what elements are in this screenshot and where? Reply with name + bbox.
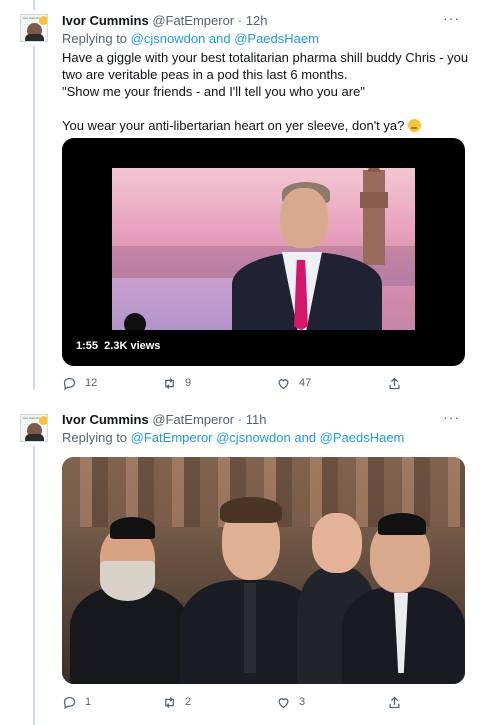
video-stats: 1:55 2.3K views	[76, 340, 160, 352]
tweet-time[interactable]: 11h	[246, 412, 267, 427]
retweet-icon	[165, 696, 174, 708]
retweet-button[interactable]: 2	[162, 694, 191, 710]
author-name[interactable]: Ivor Cummins	[62, 13, 149, 28]
tweet-text-line: Have a giggle with your best totalitaria…	[62, 50, 469, 65]
heart-icon	[278, 378, 289, 389]
more-horizontal-icon[interactable]: ···	[443, 10, 460, 26]
avatar-shirt	[25, 34, 44, 41]
like-count: 3	[299, 696, 306, 708]
tweet-time[interactable]: 12h	[246, 13, 268, 28]
retweet-button[interactable]: 9	[162, 375, 191, 391]
reply-context: Replying to @FatEmperor @cjsnowdon and @…	[62, 430, 404, 445]
reply-to-links[interactable]: @FatEmperor @cjsnowdon and @PaedsHaem	[131, 430, 405, 445]
like-button[interactable]: 47	[276, 375, 311, 391]
retweet-icon	[165, 377, 174, 389]
like-button[interactable]: 3	[276, 694, 305, 710]
photo-person-left	[70, 517, 190, 684]
avatar-emoji-icon	[39, 16, 47, 25]
retweet-count: 9	[185, 377, 192, 389]
reply-count: 1	[85, 696, 92, 708]
winking-face-emoji-icon	[408, 119, 422, 132]
tweet-photo[interactable]	[62, 457, 465, 684]
avatar[interactable]: Ivor Cummins	[20, 414, 48, 442]
author-name[interactable]: Ivor Cummins	[62, 412, 149, 427]
reply-context: Replying to @cjsnowdon and @PaedsHaem	[62, 31, 319, 46]
video-microphone	[124, 313, 146, 330]
author-handle[interactable]: @FatEmperor	[152, 412, 234, 427]
reply-icon	[63, 696, 76, 709]
reply-button[interactable]: 12	[62, 375, 97, 391]
separator-dot: ·	[237, 13, 243, 28]
avatar-shirt	[25, 434, 44, 441]
share-icon	[389, 377, 400, 389]
tweet-header: Ivor Cummins @FatEmperor · 12h	[62, 13, 267, 28]
reply-count: 12	[85, 377, 98, 389]
reply-button[interactable]: 1	[62, 694, 91, 710]
tweet[interactable]: Ivor Cummins Ivor Cummins @FatEmperor · …	[0, 400, 480, 725]
heart-icon	[278, 697, 289, 708]
share-icon	[389, 696, 400, 708]
video-clock-tower	[360, 168, 388, 265]
tweet-actions: 1 2 3	[62, 694, 462, 710]
avatar[interactable]: Ivor Cummins	[20, 14, 48, 42]
author-handle[interactable]: @FatEmperor	[152, 13, 234, 28]
video-views: 2.3K views	[104, 340, 161, 352]
video-duration: 1:55	[76, 340, 99, 352]
separator-dot: ·	[237, 412, 243, 427]
share-button[interactable]	[387, 694, 402, 710]
tweet-actions: 12 9 47	[62, 375, 462, 391]
retweet-count: 2	[185, 696, 192, 708]
reply-prefix: Replying to	[62, 430, 128, 445]
tweet-text-line: "Show me your friends - and I'll tell yo…	[62, 84, 365, 99]
photo-person-right	[342, 507, 465, 684]
avatar-emoji-icon	[39, 416, 47, 425]
tweet-text: Have a giggle with your best totalitaria…	[62, 49, 469, 134]
video-person-head	[280, 188, 328, 248]
video-frame	[112, 168, 415, 330]
share-button[interactable]	[387, 375, 402, 391]
tweet-text-line: You wear your anti-libertarian heart on …	[62, 118, 405, 133]
more-horizontal-icon[interactable]: ···	[443, 409, 460, 425]
tweet-header: Ivor Cummins @FatEmperor · 11h	[62, 412, 266, 427]
tweet-text-line	[62, 100, 462, 117]
tweet[interactable]: Ivor Cummins Ivor Cummins @FatEmperor · …	[0, 0, 480, 400]
reply-prefix: Replying to	[62, 31, 128, 46]
like-count: 47	[299, 377, 312, 389]
tweet-text-line: two are veritable peas in a pod this las…	[62, 67, 348, 82]
video-player[interactable]: 1:55 2.3K views	[62, 138, 465, 366]
reply-to-links[interactable]: @cjsnowdon and @PaedsHaem	[131, 31, 319, 46]
reply-icon	[63, 377, 76, 390]
tweet-text-line-with-emoji: You wear your anti-libertarian heart on …	[62, 117, 462, 134]
